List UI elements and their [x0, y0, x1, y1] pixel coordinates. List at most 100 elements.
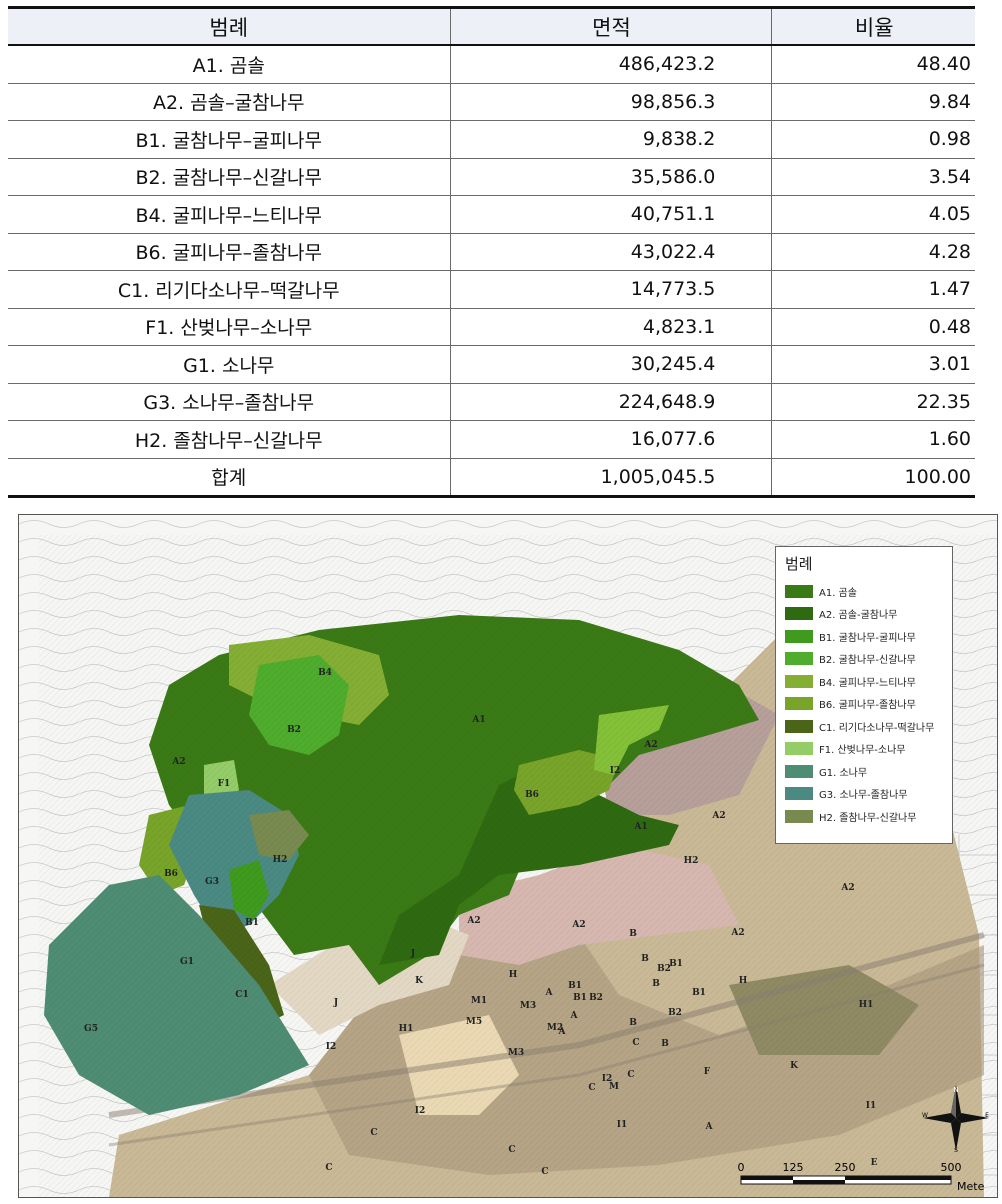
map-zone-label: C — [541, 1167, 548, 1177]
cell-legend: C1. 리기다소나무–떡갈나무 — [8, 270, 450, 309]
map-zone-label: I2 — [415, 1106, 425, 1116]
scale-bar-graphic: 0 125 250 500 Meters — [738, 1161, 986, 1193]
map-zone-label: A2 — [730, 928, 744, 938]
cell-ratio: 4.28 — [771, 233, 975, 271]
map-zone-label: A1 — [471, 715, 485, 725]
cell-legend: G1. 소나무 — [8, 345, 450, 384]
legend-item: A2. 곰솔-굴참나무 — [776, 603, 952, 626]
compass-e: E — [985, 1112, 989, 1119]
map-zone-label: H — [509, 970, 518, 980]
table-row: A1. 곰솔 486,423.2 48.40 — [8, 45, 975, 84]
cell-ratio: 1.47 — [771, 270, 975, 309]
map-zone-label: G5 — [84, 1024, 98, 1034]
cell-ratio: 9.84 — [771, 83, 975, 121]
map-zone-label: I1 — [866, 1101, 876, 1111]
cell-area: 486,423.2 — [449, 45, 772, 84]
legend-list: A1. 곰솔 A2. 곰솔-굴참나무 B1. 굴참나무-굴피나무 B2. 굴참나무-신… — [776, 580, 952, 828]
cell-ratio: 22.35 — [771, 383, 975, 421]
map-zone-label: K — [790, 1061, 799, 1071]
cell-legend: B4. 굴피나무–느티나무 — [8, 195, 450, 234]
compass-w: W — [922, 1112, 928, 1119]
cell-ratio: 4.05 — [771, 195, 975, 234]
map-zone-label: H — [739, 976, 748, 986]
map-zone-label: I2 — [610, 766, 620, 776]
scale-unit: Meters — [957, 1180, 985, 1193]
map-zone-label: J — [410, 949, 415, 959]
legend-label: B2. 굴참나무-신갈나무 — [819, 655, 916, 667]
cell-area: 98,856.3 — [449, 83, 772, 121]
legend-swatch — [785, 697, 813, 711]
scale-bar: 0 125 250 500 Meters — [735, 1156, 986, 1194]
header-area: 면적 — [449, 6, 772, 46]
cell-area: 224,648.9 — [449, 383, 772, 421]
cell-area: 9,838.2 — [449, 120, 772, 159]
map-zone-label: C — [632, 1038, 639, 1048]
legend-swatch — [785, 787, 813, 801]
map-zone-label: F1 — [218, 779, 231, 789]
cell-area: 30,245.4 — [449, 345, 772, 384]
map-zone-label: B — [629, 1018, 637, 1028]
legend-swatch — [785, 652, 813, 666]
map-zone-label: B1 — [245, 918, 259, 928]
table-row: G3. 소나무–졸참나무 224,648.9 22.35 — [8, 383, 975, 421]
map-zone-label: B2 — [287, 725, 301, 735]
map-zone-label: I1 — [617, 1120, 627, 1130]
legend-label: A1. 곰솔 — [819, 587, 857, 599]
map-zone-label: M3 — [520, 1001, 536, 1011]
header-ratio: 비율 — [771, 6, 975, 46]
cell-ratio: 0.48 — [771, 308, 975, 346]
map-zone-label: B2 — [657, 964, 671, 974]
legend-swatch — [785, 742, 813, 756]
map-zone-label: K — [415, 976, 424, 986]
map-zone-label: B1 — [568, 981, 582, 991]
legend-swatch — [785, 674, 813, 688]
map-zone-label: A — [558, 1027, 567, 1037]
table-row: A2. 곰솔–굴참나무 98,856.3 9.84 — [8, 83, 975, 121]
legend-title: 범례 — [785, 555, 813, 573]
header-legend: 범례 — [8, 6, 450, 46]
compass-s: S — [954, 1147, 958, 1153]
map-zone-label: C — [508, 1145, 515, 1155]
legend-label: G3. 소나무-졸참나무 — [819, 790, 908, 802]
cell-ratio: 3.01 — [771, 345, 975, 384]
cell-area: 40,751.1 — [449, 195, 772, 234]
map-zone-label: C — [588, 1083, 595, 1093]
map-zone-label: B — [641, 954, 649, 964]
map-zone-label: H1 — [399, 1024, 414, 1034]
legend-label: F1. 산벚나무-소나무 — [819, 745, 906, 757]
map-zone-label: B1 — [692, 988, 706, 998]
legend-swatch — [785, 584, 813, 598]
cell-legend: B1. 굴참나무–굴피나무 — [8, 120, 450, 159]
legend-label: B6. 굴피나무-졸참나무 — [819, 700, 916, 712]
table-row: B4. 굴피나무–느티나무 40,751.1 4.05 — [8, 195, 975, 234]
compass-icon: N E S W — [922, 1085, 989, 1153]
scale-tick-250: 250 — [835, 1161, 856, 1174]
map-zone-label: B — [629, 929, 637, 939]
map-zone-label: J — [333, 998, 338, 1008]
table-row: B2. 굴참나무–신갈나무 35,586.0 3.54 — [8, 158, 975, 196]
map-zone-label: A2 — [466, 916, 480, 926]
map-zone-label: A2 — [571, 920, 585, 930]
cell-legend: 합계 — [8, 458, 450, 498]
table-row: B1. 굴참나무–굴피나무 9,838.2 0.98 — [8, 120, 975, 159]
map-zone-label: M — [609, 1082, 619, 1092]
scale-tick-125: 125 — [783, 1161, 804, 1174]
legend-item: G3. 소나무-졸참나무 — [776, 783, 952, 806]
cell-ratio: 0.98 — [771, 120, 975, 159]
map-zone-label: C — [370, 1128, 377, 1138]
map-zone-label: B4 — [318, 668, 332, 678]
map-zone-label: B2 — [589, 993, 603, 1003]
map-zone-label: C1 — [235, 990, 248, 1000]
legend-label: C1. 리기다소나무-떡갈나무 — [819, 722, 935, 734]
map-zone-label: A1 — [633, 822, 647, 832]
map-zone-label: B — [652, 979, 660, 989]
cell-area: 16,077.6 — [449, 420, 772, 459]
cell-legend: A2. 곰솔–굴참나무 — [8, 83, 450, 121]
map-zone-label: A — [545, 988, 554, 998]
map-zone-label: I2 — [326, 1042, 336, 1052]
legend-swatch — [785, 629, 813, 643]
cell-ratio: 3.54 — [771, 158, 975, 196]
map-zone-label: H2 — [684, 856, 699, 866]
legend-swatch — [785, 764, 813, 778]
map-zone-label: A2 — [171, 757, 185, 767]
